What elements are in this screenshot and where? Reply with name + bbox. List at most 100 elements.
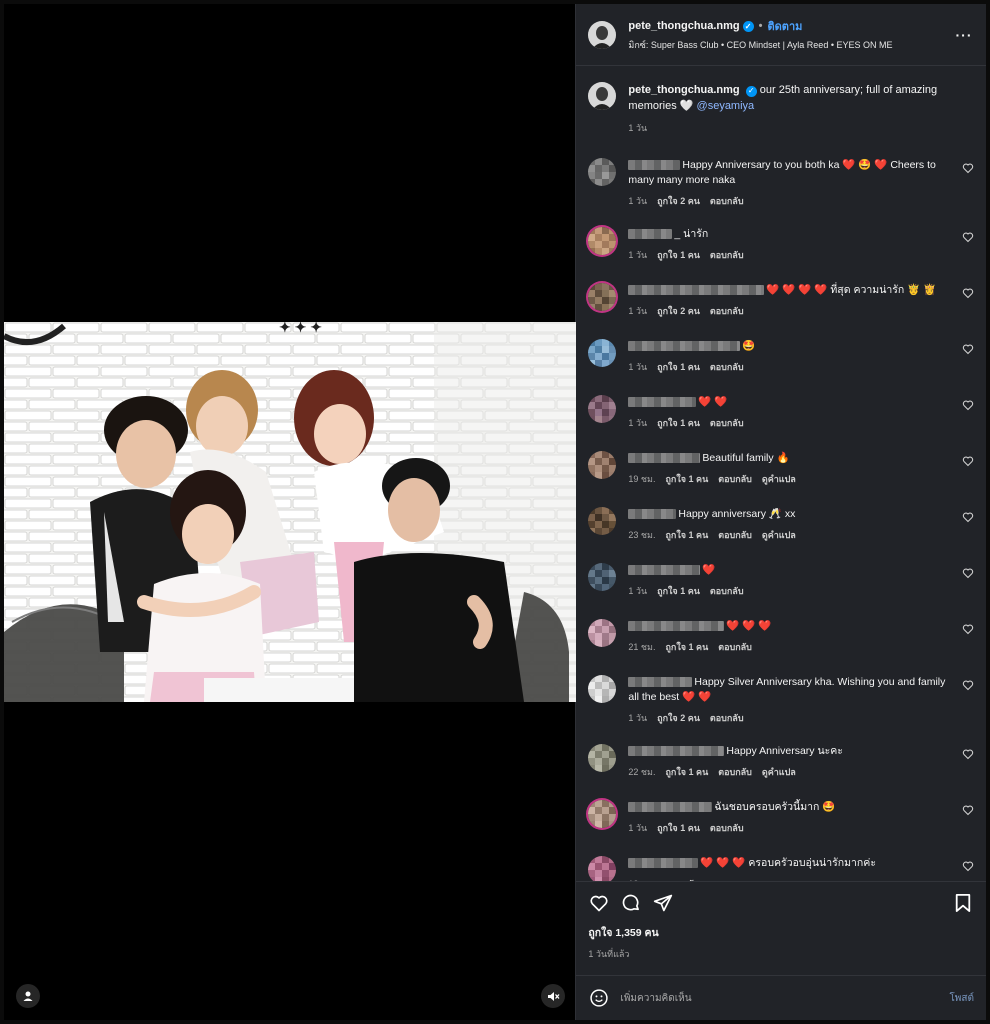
emoji-icon[interactable]	[588, 987, 610, 1009]
comment-like-icon[interactable]	[962, 623, 974, 635]
caption-meta: 1 วัน	[628, 120, 974, 136]
comment-like-icon[interactable]	[962, 511, 974, 523]
commenter-avatar[interactable]	[588, 800, 617, 828]
comment-likes[interactable]: ถูกใจ 1 คน	[657, 250, 700, 260]
commenter-username-blurred[interactable]	[628, 160, 681, 171]
caption-author-avatar[interactable]	[588, 82, 617, 110]
commenter-avatar[interactable]	[588, 395, 617, 423]
commenter-avatar[interactable]	[588, 451, 617, 479]
comment-like-icon[interactable]	[962, 162, 974, 174]
comment-body: ❤️ ❤️ ❤️ ครอบครัวอบอุ่นน่ารักมากค่ะ 12 ชม…	[628, 856, 950, 881]
commenter-username-blurred[interactable]	[628, 858, 699, 869]
comment-body: Happy anniversary 🥂 xx 23 ชม. ถูกใจ 1 คน ตอ…	[628, 507, 950, 543]
post-age: 1 วันที่แล้ว	[588, 949, 630, 959]
comment-likes[interactable]: ถูกใจ 1 คน	[665, 642, 708, 652]
commenter-avatar[interactable]	[588, 227, 617, 255]
commenter-username-blurred[interactable]	[628, 565, 701, 576]
commenter-avatar[interactable]	[588, 563, 617, 591]
comment-likes[interactable]: ถูกใจ 1 คน	[657, 362, 700, 372]
commenter-avatar[interactable]	[588, 339, 617, 367]
comment-likes[interactable]: ถูกใจ 1 คน	[665, 530, 708, 540]
commenter-avatar[interactable]	[588, 744, 617, 772]
see-translation-button[interactable]: ดูคำแปล	[762, 530, 796, 540]
comment-likes[interactable]: ถูกใจ 1 คน	[665, 474, 708, 484]
comment-like-icon[interactable]	[962, 343, 974, 355]
comment-likes[interactable]: ถูกใจ 1 คน	[657, 823, 700, 833]
comment-input[interactable]: เพิ่มความคิดเห็น	[620, 991, 949, 1006]
reply-button[interactable]: ตอบกลับ	[710, 196, 744, 206]
comment-body: ฉันชอบครอบครัวนี้มาก 🤩 1 วัน ถูกใจ 1 คน ตอบ…	[628, 800, 950, 836]
reply-button[interactable]: ตอบกลับ	[718, 767, 752, 777]
commenter-username-blurred[interactable]	[628, 341, 741, 352]
comments-list[interactable]: pete_thongchua.nmg ✓ our 25th anniversar…	[576, 66, 986, 881]
commenter-avatar[interactable]	[588, 856, 617, 881]
reply-button[interactable]: ตอบกลับ	[718, 642, 752, 652]
comment-like-icon[interactable]	[962, 455, 974, 467]
commenter-avatar[interactable]	[588, 283, 617, 311]
comment-meta: 1 วัน ถูกใจ 1 คน ตอบกลับ	[628, 360, 950, 375]
post-comment-button[interactable]: โพสต์	[949, 991, 974, 1006]
commenter-avatar[interactable]	[588, 619, 617, 647]
author-username[interactable]: pete_thongchua.nmg	[628, 20, 739, 32]
comment-like-icon[interactable]	[962, 679, 974, 691]
comment-like-icon[interactable]	[962, 860, 974, 872]
commenter-avatar[interactable]	[588, 158, 617, 186]
follow-button[interactable]: ติดตาม	[768, 17, 803, 35]
comment-meta: 12 ชม. ตอบกลับ	[628, 877, 950, 881]
reply-button[interactable]: ตอบกลับ	[665, 879, 699, 881]
commenter-username-blurred[interactable]	[628, 621, 725, 632]
comment-icon[interactable]	[620, 892, 642, 914]
comment-likes[interactable]: ถูกใจ 1 คน	[657, 418, 700, 428]
more-options-icon[interactable]: ···	[954, 25, 974, 45]
comment-meta: 1 วัน ถูกใจ 1 คน ตอบกลับ	[628, 584, 950, 599]
reply-button[interactable]: ตอบกลับ	[710, 306, 744, 316]
tagged-users-button[interactable]	[16, 984, 40, 1008]
commenter-username-blurred[interactable]	[628, 802, 713, 813]
reply-button[interactable]: ตอบกลับ	[718, 474, 752, 484]
commenter-username-blurred[interactable]	[628, 746, 725, 757]
caption-mention[interactable]: @seyamiya	[697, 100, 755, 112]
comment-likes[interactable]: ถูกใจ 2 คน	[657, 306, 700, 316]
save-icon[interactable]	[952, 892, 974, 914]
caption-body: pete_thongchua.nmg ✓ our 25th anniversar…	[628, 82, 974, 136]
comment-meta: 21 ชม. ถูกใจ 1 คน ตอบกลับ	[628, 640, 950, 655]
reply-button[interactable]: ตอบกลับ	[718, 530, 752, 540]
comment-like-icon[interactable]	[962, 748, 974, 760]
mute-button[interactable]	[541, 984, 566, 1008]
comment-likes[interactable]: ถูกใจ 1 คน	[665, 767, 708, 777]
commenter-avatar[interactable]	[588, 675, 617, 703]
reply-button[interactable]: ตอบกลับ	[710, 418, 744, 428]
commenter-username-blurred[interactable]	[628, 397, 697, 408]
reply-button[interactable]: ตอบกลับ	[710, 713, 744, 723]
commenter-username-blurred[interactable]	[628, 285, 765, 296]
media-area[interactable]: ✦ ✦ ✦	[4, 4, 576, 1020]
reply-button[interactable]: ตอบกลับ	[710, 586, 744, 596]
caption-username[interactable]: pete_thongchua.nmg	[628, 84, 739, 96]
comment-like-icon[interactable]	[962, 567, 974, 579]
see-translation-button[interactable]: ดูคำแปล	[762, 474, 796, 484]
comment-like-icon[interactable]	[962, 399, 974, 411]
comment-body: ❤️ ❤️ ❤️ 21 ชม. ถูกใจ 1 คน ตอบกลับ	[628, 619, 950, 655]
comment-like-icon[interactable]	[962, 231, 974, 243]
reply-button[interactable]: ตอบกลับ	[710, 362, 744, 372]
commenter-username-blurred[interactable]	[628, 677, 693, 688]
commenter-username-blurred[interactable]	[628, 229, 673, 240]
likes-count[interactable]: ถูกใจ 1,359 คน	[588, 924, 974, 941]
post-photo[interactable]: ✦ ✦ ✦	[4, 322, 576, 702]
author-avatar[interactable]	[588, 20, 617, 49]
reply-button[interactable]: ตอบกลับ	[710, 250, 744, 260]
commenter-avatar[interactable]	[588, 507, 617, 535]
commenter-username-blurred[interactable]	[628, 453, 701, 464]
comment-like-icon[interactable]	[962, 804, 974, 816]
audio-info[interactable]: มิกซ์: Super Bass Club • CEO Mindset | A…	[628, 38, 954, 52]
share-icon[interactable]	[652, 892, 674, 914]
like-icon[interactable]	[588, 892, 610, 914]
comment-like-icon[interactable]	[962, 287, 974, 299]
see-translation-button[interactable]: ดูคำแปล	[762, 767, 796, 777]
comment-likes[interactable]: ถูกใจ 2 คน	[657, 196, 700, 206]
comment-likes[interactable]: ถูกใจ 2 คน	[657, 713, 700, 723]
action-icons	[588, 892, 974, 914]
commenter-username-blurred[interactable]	[628, 509, 677, 520]
comment-likes[interactable]: ถูกใจ 1 คน	[657, 586, 700, 596]
reply-button[interactable]: ตอบกลับ	[710, 823, 744, 833]
